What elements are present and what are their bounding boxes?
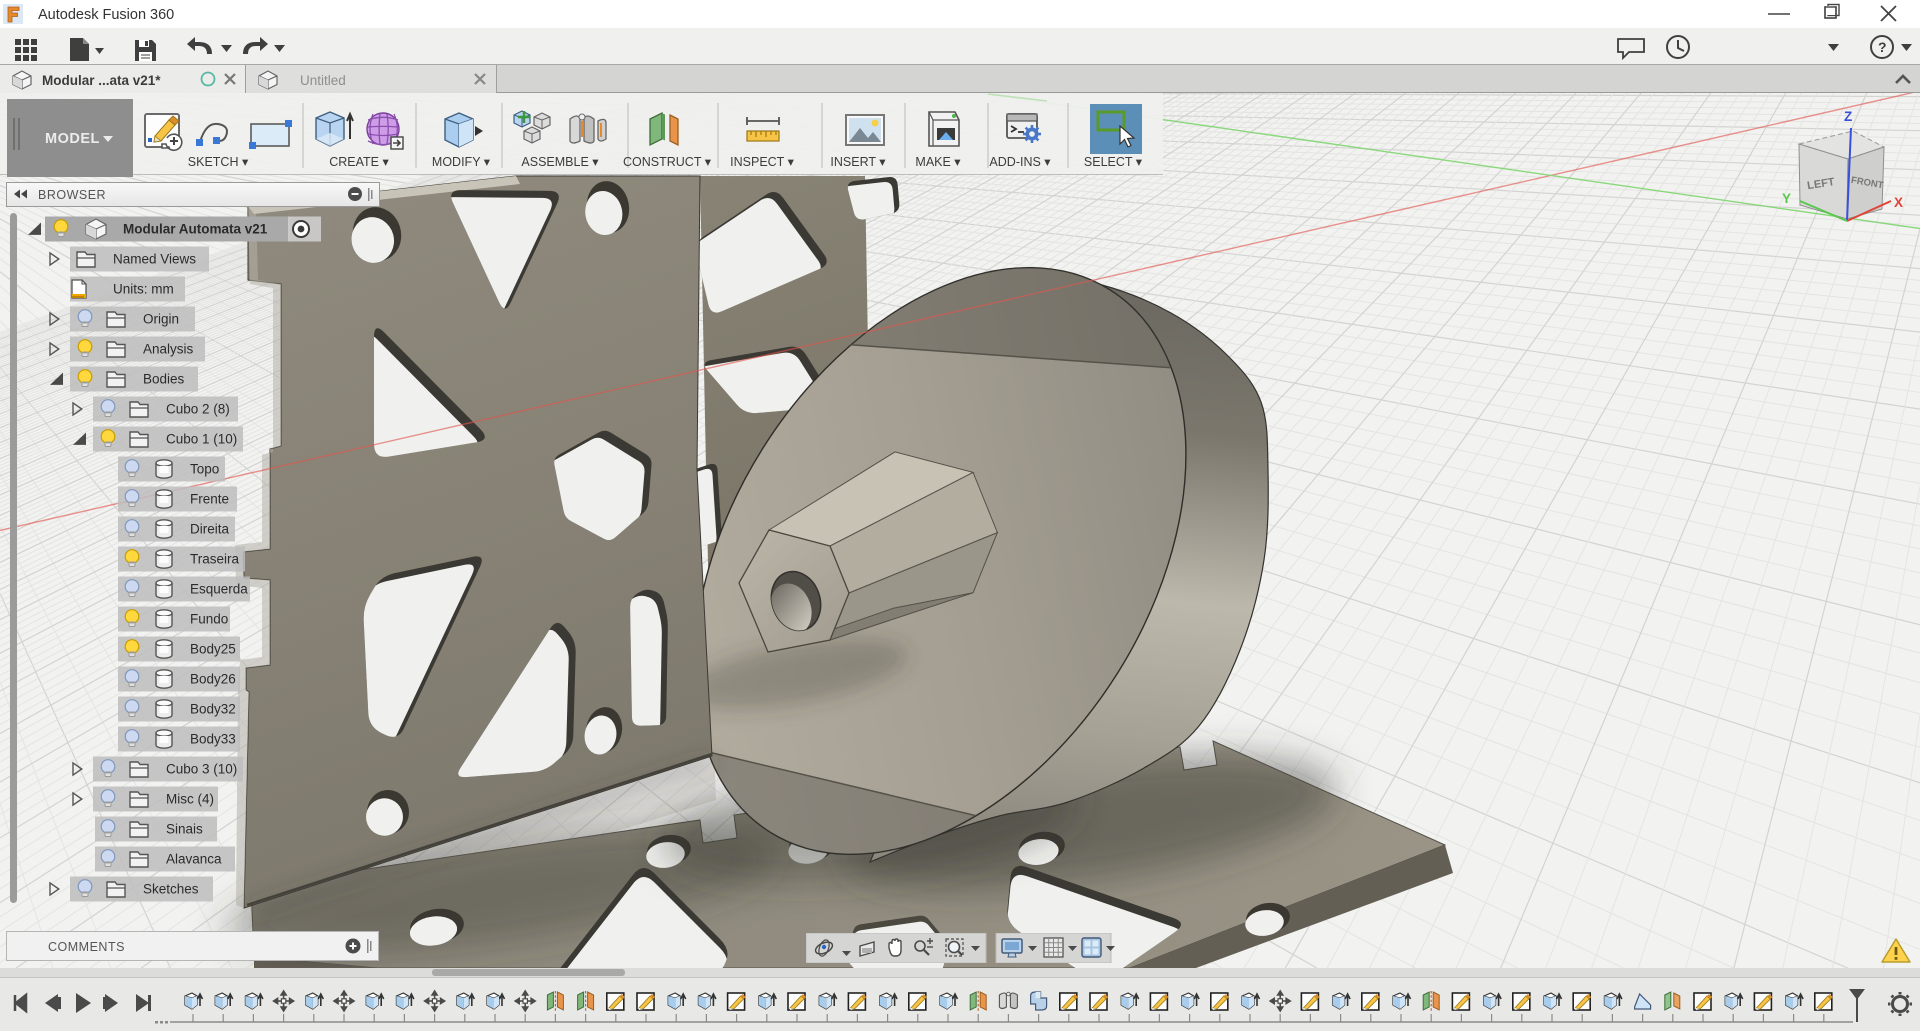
- svg-text:Misc (4): Misc (4): [166, 792, 214, 807]
- svg-text:?: ?: [1878, 39, 1887, 55]
- svg-text:CREATE ▾: CREATE ▾: [329, 155, 389, 169]
- svg-text:Frente: Frente: [190, 492, 229, 507]
- svg-text:COMMENTS: COMMENTS: [48, 940, 125, 954]
- svg-text:ADD-INS ▾: ADD-INS ▾: [989, 155, 1051, 169]
- svg-text:Cubo 1 (10): Cubo 1 (10): [166, 432, 237, 447]
- svg-text:Cubo 3 (10): Cubo 3 (10): [166, 762, 237, 777]
- svg-text:Direita: Direita: [190, 522, 230, 537]
- svg-text:Y: Y: [1782, 191, 1791, 206]
- svg-text:Cubo 2 (8): Cubo 2 (8): [166, 402, 230, 417]
- svg-text:SKETCH ▾: SKETCH ▾: [188, 155, 249, 169]
- svg-text:INSPECT ▾: INSPECT ▾: [730, 155, 794, 169]
- svg-text:MODIFY ▾: MODIFY ▾: [432, 155, 491, 169]
- svg-text:Named Views: Named Views: [113, 252, 196, 267]
- svg-text:Z: Z: [1844, 109, 1852, 124]
- svg-text:Topo: Topo: [190, 462, 219, 477]
- svg-text:X: X: [1894, 195, 1903, 210]
- svg-text:Autodesk Fusion 360: Autodesk Fusion 360: [38, 7, 174, 23]
- svg-text:INSERT ▾: INSERT ▾: [830, 155, 886, 169]
- svg-text:BROWSER: BROWSER: [38, 188, 106, 202]
- svg-text:MAKE ▾: MAKE ▾: [915, 155, 961, 169]
- svg-text:Untitled: Untitled: [300, 73, 346, 88]
- svg-text:Body26: Body26: [190, 672, 236, 687]
- svg-text:Sketches: Sketches: [143, 882, 199, 897]
- svg-text:Sinais: Sinais: [166, 822, 203, 837]
- svg-text:ASSEMBLE ▾: ASSEMBLE ▾: [521, 155, 599, 169]
- svg-text:Esquerda: Esquerda: [190, 582, 248, 597]
- svg-text:Analysis: Analysis: [143, 342, 194, 357]
- svg-text:Body25: Body25: [190, 642, 236, 657]
- svg-text:Fundo: Fundo: [190, 612, 228, 627]
- svg-text:SELECT ▾: SELECT ▾: [1084, 155, 1143, 169]
- svg-text:Units: mm: Units: mm: [113, 282, 174, 297]
- svg-text:Origin: Origin: [143, 312, 179, 327]
- svg-text:Modular ...ata v21*: Modular ...ata v21*: [42, 73, 161, 88]
- svg-text:Body33: Body33: [190, 732, 236, 747]
- svg-text:Modular Automata v21: Modular Automata v21: [123, 222, 268, 237]
- svg-text:Traseira: Traseira: [190, 552, 240, 567]
- svg-text:Alavanca: Alavanca: [166, 852, 222, 867]
- svg-text:CONSTRUCT ▾: CONSTRUCT ▾: [623, 155, 712, 169]
- svg-text:Body32: Body32: [190, 702, 236, 717]
- svg-text:Bodies: Bodies: [143, 372, 185, 387]
